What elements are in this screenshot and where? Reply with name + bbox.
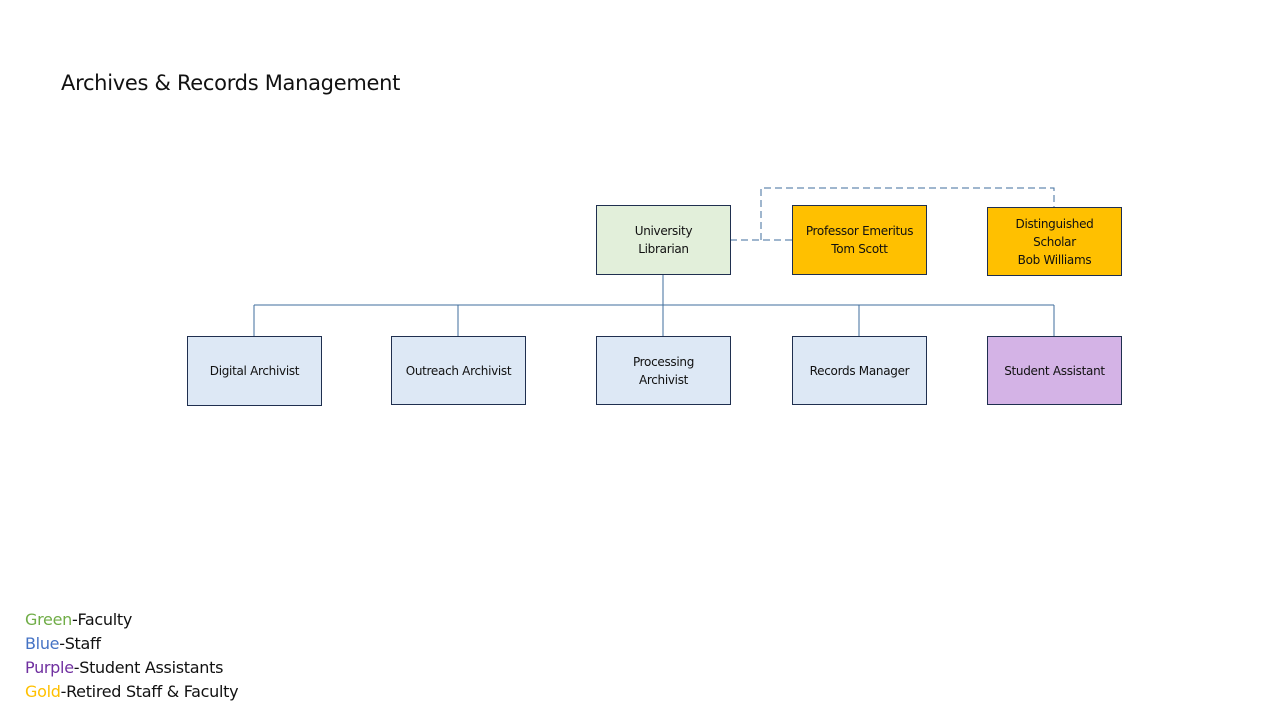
- legend-color-name: Purple: [25, 658, 74, 677]
- legend-item-retired: Gold-Retired Staff & Faculty: [25, 680, 239, 704]
- legend-meaning: -Staff: [59, 634, 101, 653]
- node-university-librarian: University Librarian: [596, 205, 731, 275]
- node-distinguished-scholar: Distinguished Scholar Bob Williams: [987, 207, 1122, 276]
- node-processing-archivist: Processing Archivist: [596, 336, 731, 405]
- legend-meaning: -Retired Staff & Faculty: [60, 682, 239, 701]
- legend-item-faculty: Green-Faculty: [25, 608, 238, 632]
- legend-meaning: -Student Assistants: [73, 658, 224, 677]
- node-records-manager: Records Manager: [792, 336, 927, 405]
- node-outreach-archivist: Outreach Archivist: [391, 336, 526, 405]
- legend-color-name: Green: [25, 610, 72, 629]
- legend-item-staff: Blue-Staff: [25, 632, 238, 656]
- legend-color-name: Blue: [25, 634, 60, 653]
- node-digital-archivist: Digital Archivist: [187, 336, 322, 406]
- color-legend: Green-Faculty Blue-Staff Purple-Student …: [25, 608, 239, 704]
- node-professor-emeritus: Professor Emeritus Tom Scott: [792, 205, 927, 275]
- legend-meaning: -Faculty: [71, 610, 133, 629]
- legend-item-student: Purple-Student Assistants: [25, 656, 238, 680]
- node-student-assistant: Student Assistant: [987, 336, 1122, 405]
- legend-color-name: Gold: [25, 682, 61, 701]
